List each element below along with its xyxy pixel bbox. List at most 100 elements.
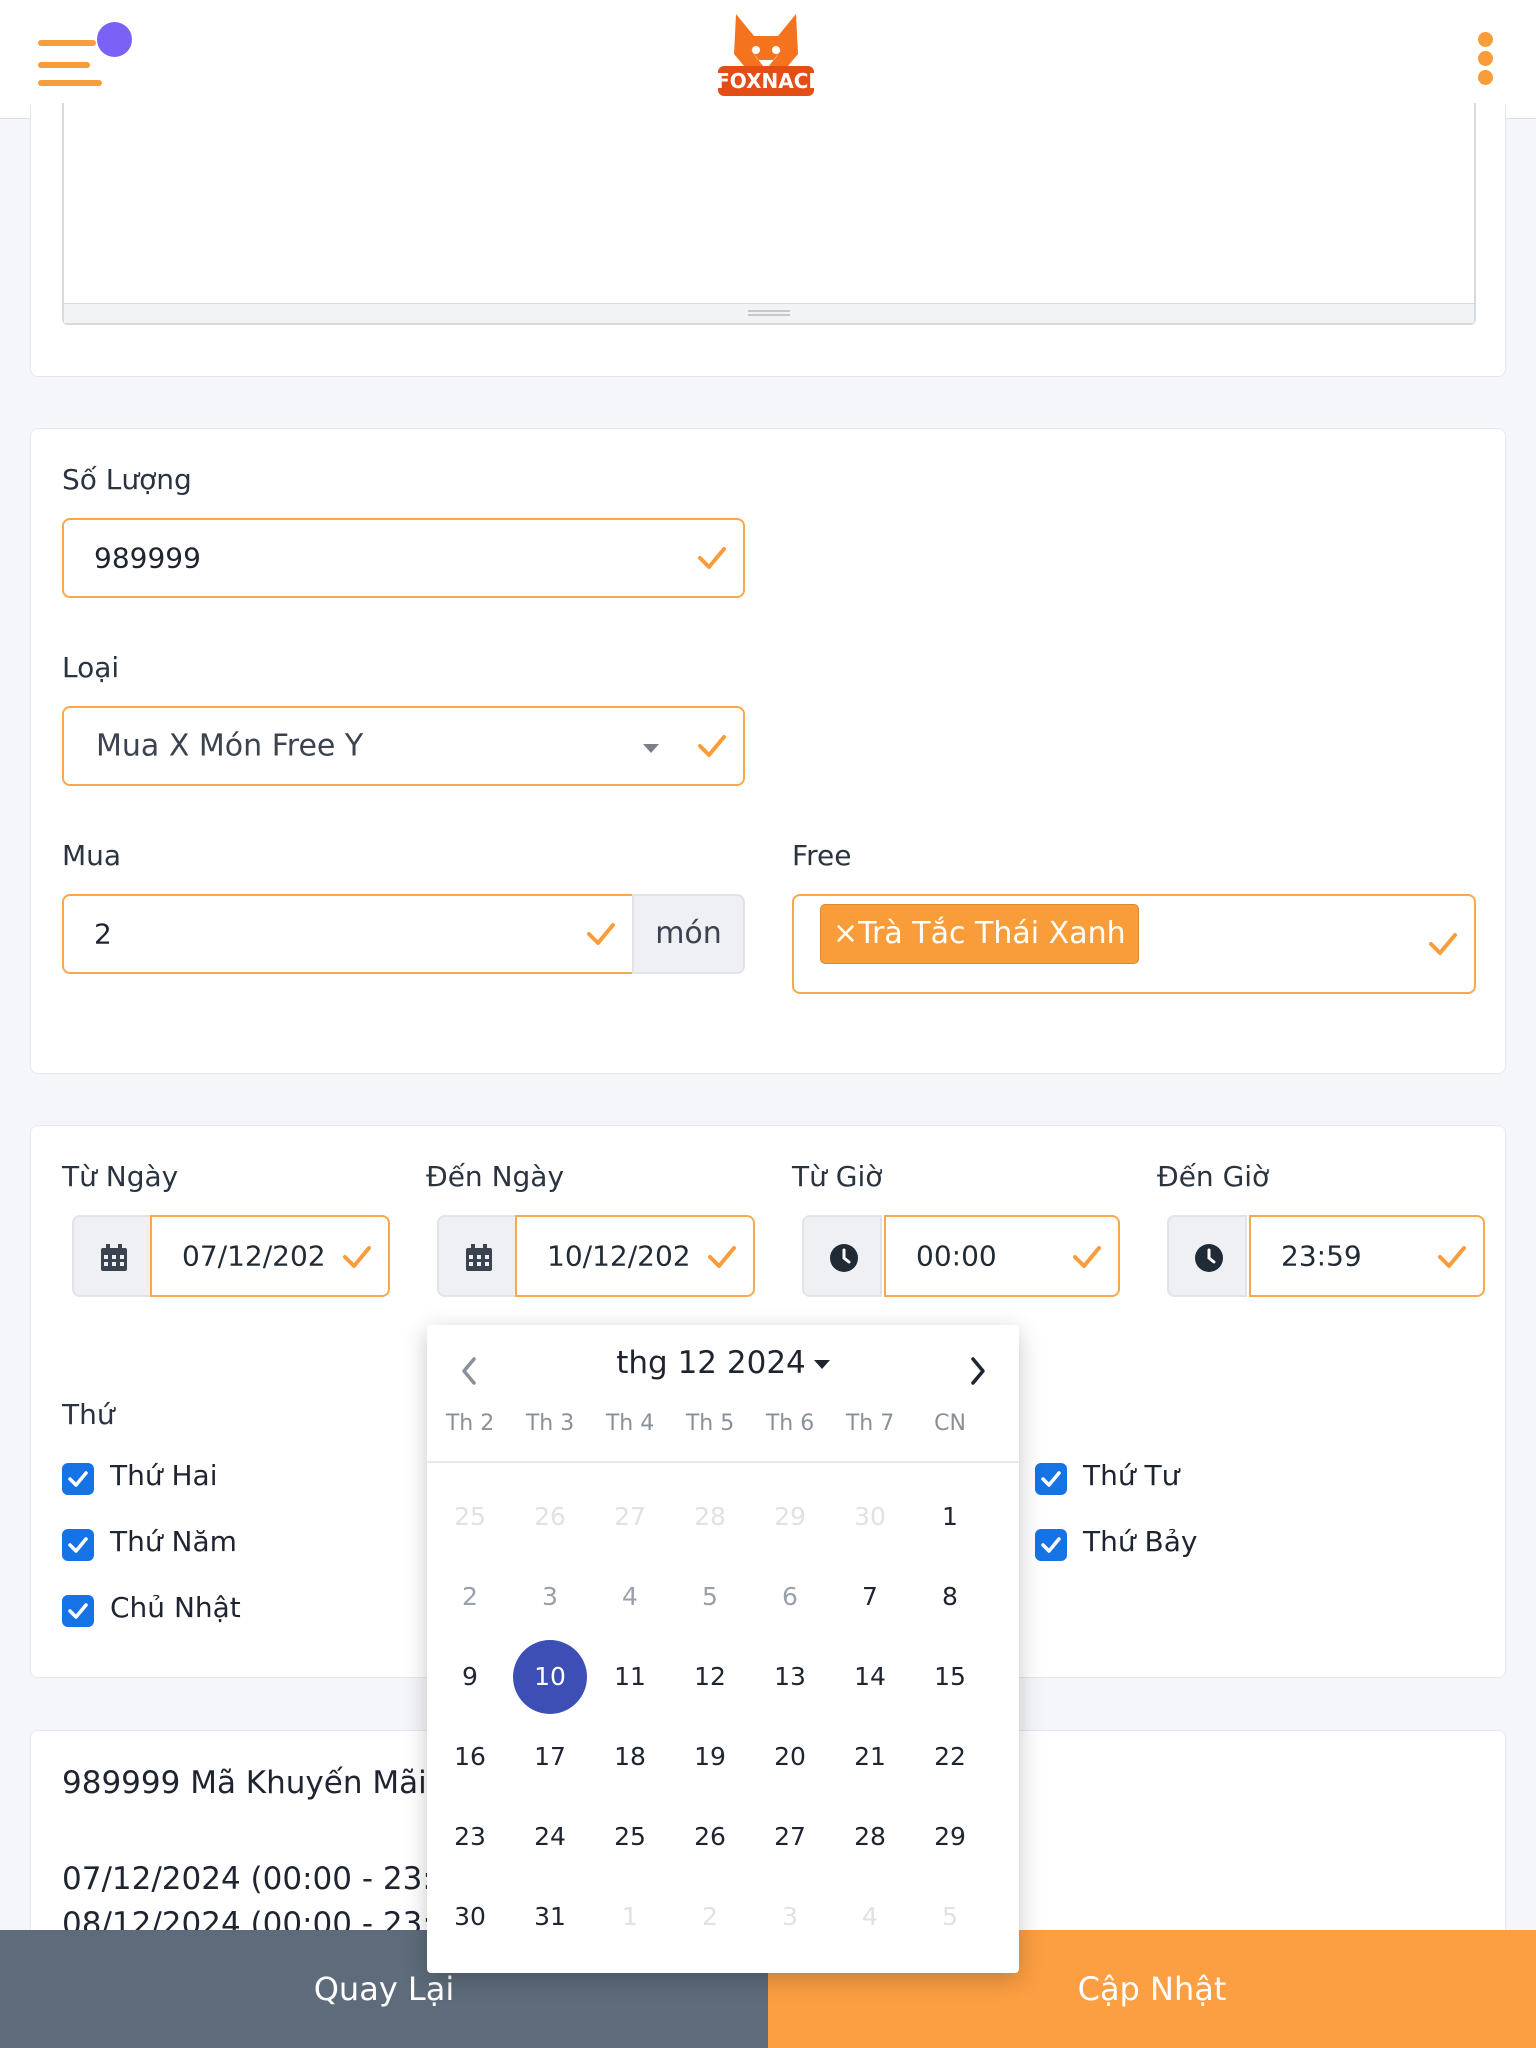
day-cell[interactable]: 12	[673, 1640, 747, 1714]
menu-line-icon	[38, 40, 96, 46]
day-cell[interactable]: 15	[913, 1640, 987, 1714]
weekday-header: Th 2	[445, 1411, 495, 1436]
checkbox-label: Thứ Bảy	[1083, 1525, 1198, 1558]
day-cell[interactable]: 20	[753, 1720, 827, 1794]
notification-dot	[97, 22, 132, 57]
more-options-icon[interactable]	[1474, 32, 1498, 86]
day-cell: 4	[862, 1902, 878, 1931]
calendar-icon[interactable]	[437, 1215, 517, 1297]
day-cell: 1	[622, 1902, 638, 1931]
day-cell: 3	[782, 1902, 798, 1931]
valid-check-icon	[707, 1242, 737, 1272]
day-cell[interactable]: 25	[593, 1800, 667, 1874]
day-cell[interactable]: 28	[833, 1800, 907, 1874]
day-cell[interactable]: 17	[513, 1720, 587, 1794]
day-cell[interactable]: 11	[593, 1640, 667, 1714]
chevron-right-icon[interactable]	[962, 1353, 994, 1389]
free-items-select[interactable]: ×Trà Tắc Thái Xanh	[792, 894, 1476, 994]
clock-icon[interactable]	[1167, 1215, 1247, 1297]
valid-check-icon	[697, 731, 727, 761]
day-cell[interactable]: 21	[833, 1720, 907, 1794]
day-cell[interactable]: 9	[433, 1640, 507, 1714]
checkbox-label: Thứ Năm	[110, 1525, 237, 1558]
day-cell[interactable]: 14	[833, 1640, 907, 1714]
caret-down-icon	[813, 1360, 830, 1369]
datepicker-month-select[interactable]: thg 12 2024	[427, 1345, 1019, 1381]
checkbox-label: Chủ Nhật	[110, 1591, 241, 1624]
checkbox-chu-nhat[interactable]	[62, 1595, 94, 1627]
type-label: Loại	[62, 651, 120, 684]
description-card	[30, 103, 1506, 377]
day-cell[interactable]: 29	[913, 1800, 987, 1874]
buy-quantity-input[interactable]: 2	[62, 894, 634, 974]
day-cell: 26	[534, 1502, 566, 1531]
valid-check-icon	[697, 543, 727, 573]
weekday-header: Th 3	[525, 1411, 575, 1436]
day-cell[interactable]: 19	[673, 1720, 747, 1794]
day-cell[interactable]: 5	[673, 1560, 747, 1634]
quantity-input[interactable]: 989999	[62, 518, 745, 598]
foxnaci-logo: FOXNACI	[714, 6, 818, 110]
buy-unit-addon: món	[632, 894, 745, 974]
day-cell[interactable]: 24	[513, 1800, 587, 1874]
day-cell[interactable]: 18	[593, 1720, 667, 1794]
resize-handle-icon[interactable]	[748, 310, 790, 316]
weekday-header: Th 6	[765, 1411, 815, 1436]
day-cell: 25	[454, 1502, 486, 1531]
calendar-icon[interactable]	[72, 1215, 152, 1297]
day-cell: 28	[694, 1502, 726, 1531]
summary-title: 989999 Mã Khuyến Mãi	[62, 1765, 427, 1801]
day-cell-selected[interactable]: 10	[513, 1640, 587, 1714]
day-cell[interactable]: 2	[433, 1560, 507, 1634]
rich-text-editor[interactable]	[62, 103, 1476, 325]
weekday-header: Th 7	[845, 1411, 895, 1436]
menu-toggle-button[interactable]	[38, 22, 134, 92]
day-cell[interactable]: 4	[593, 1560, 667, 1634]
quantity-label: Số Lượng	[62, 463, 192, 496]
day-cell[interactable]: 6	[753, 1560, 827, 1634]
day-cell: 30	[854, 1502, 886, 1531]
checkbox-thu-hai[interactable]	[62, 1463, 94, 1495]
from-date-group: 07/12/2024	[72, 1215, 390, 1297]
day-cell[interactable]: 7	[833, 1560, 907, 1634]
weekday-header: CN	[934, 1411, 966, 1436]
from-date-input[interactable]: 07/12/2024	[150, 1215, 390, 1297]
menu-line-icon	[38, 62, 90, 68]
chevron-down-icon	[643, 744, 659, 753]
to-date-input[interactable]: 10/12/2024	[515, 1215, 755, 1297]
day-cell[interactable]: 16	[433, 1720, 507, 1794]
from-time-group: 00:00	[802, 1215, 1120, 1297]
day-cell[interactable]: 8	[913, 1560, 987, 1634]
day-cell[interactable]: 13	[753, 1640, 827, 1714]
editor-statusbar	[64, 303, 1474, 323]
valid-check-icon	[1072, 1242, 1102, 1272]
checkbox-thu-tu[interactable]	[1035, 1463, 1067, 1495]
clock-icon[interactable]	[802, 1215, 882, 1297]
checkbox-label: Thứ Hai	[110, 1459, 218, 1492]
day-cell[interactable]: 23	[433, 1800, 507, 1874]
to-time-label: Đến Giờ	[1157, 1160, 1270, 1193]
to-time-input[interactable]: 23:59	[1249, 1215, 1485, 1297]
buy-label: Mua	[62, 839, 122, 872]
type-select[interactable]: Mua X Món Free Y	[62, 706, 745, 786]
day-cell: 29	[774, 1502, 806, 1531]
day-cell[interactable]: 1	[913, 1480, 987, 1554]
day-cell[interactable]: 22	[913, 1720, 987, 1794]
summary-schedule-line: 07/12/2024 (00:00 - 23:5	[62, 1861, 453, 1897]
from-time-input[interactable]: 00:00	[884, 1215, 1120, 1297]
datepicker-divider	[427, 1461, 1019, 1463]
checkbox-thu-bay[interactable]	[1035, 1529, 1067, 1561]
day-cell[interactable]: 31	[513, 1880, 587, 1954]
day-cell[interactable]: 30	[433, 1880, 507, 1954]
day-cell[interactable]: 3	[513, 1560, 587, 1634]
free-item-tag[interactable]: ×Trà Tắc Thái Xanh	[820, 904, 1139, 964]
from-date-label: Từ Ngày	[62, 1160, 179, 1193]
day-cell[interactable]: 27	[753, 1800, 827, 1874]
to-time-group: 23:59	[1167, 1215, 1485, 1297]
valid-check-icon	[342, 1242, 372, 1272]
day-cell: 5	[942, 1902, 958, 1931]
valid-check-icon	[1428, 929, 1458, 959]
to-date-group: 10/12/2024	[437, 1215, 755, 1297]
day-cell[interactable]: 26	[673, 1800, 747, 1874]
checkbox-thu-nam[interactable]	[62, 1529, 94, 1561]
